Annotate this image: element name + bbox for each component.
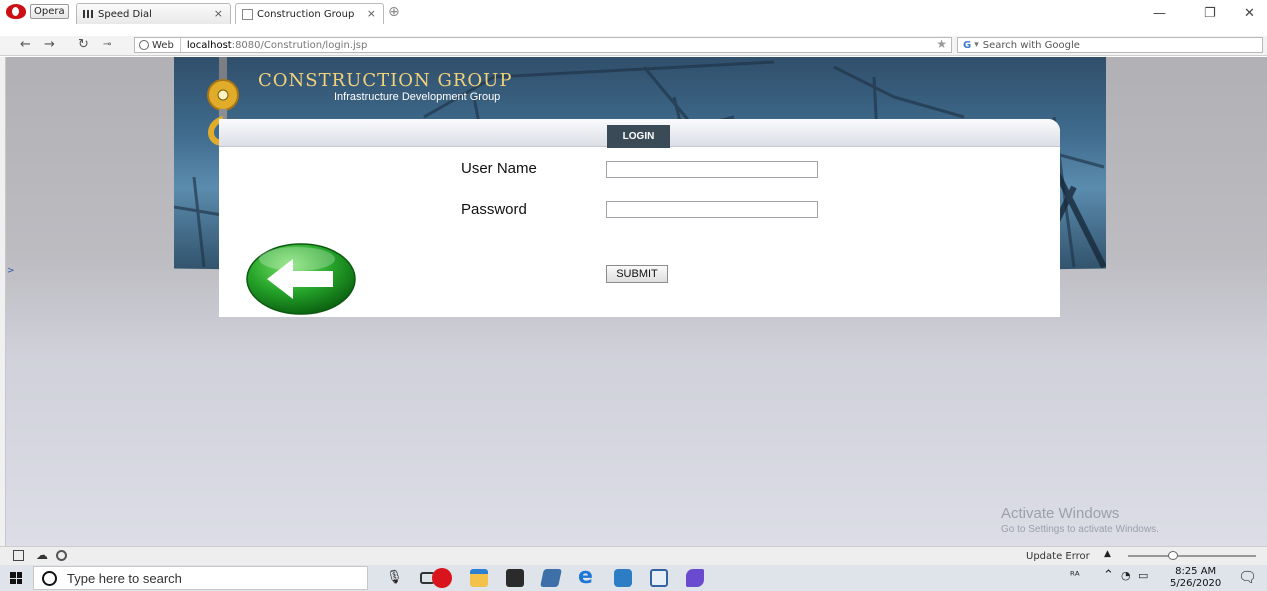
web-badge-label: Web (152, 39, 174, 51)
chevron-down-icon[interactable]: ▾ (974, 40, 979, 50)
minimize-icon[interactable]: — (1153, 6, 1166, 21)
zoom-slider[interactable] (1128, 551, 1256, 560)
bookmark-star-icon[interactable]: ★ (936, 37, 947, 51)
login-panel-header: LOGIN (219, 119, 1060, 148)
browser-status-bar: ☁ Update Error ▲ (0, 546, 1267, 565)
notes-app-icon[interactable] (540, 569, 562, 587)
clock-date: 5/26/2020 (1170, 578, 1222, 589)
forward-arrow-icon[interactable]: → (44, 37, 55, 52)
left-side-panel-strip[interactable] (0, 57, 6, 546)
clock-time: 8:25 AM (1175, 566, 1217, 577)
password-input[interactable] (606, 201, 818, 218)
globe-icon (139, 40, 149, 50)
activate-windows-watermark: Activate Windows Go to Settings to activ… (1001, 505, 1159, 535)
opera-logo-icon (6, 3, 26, 19)
brand-title: CONSTRUCTION GROUP (258, 70, 513, 91)
tab-speed-dial[interactable]: Speed Dial × (76, 3, 231, 24)
search-placeholder: Search with Google (982, 39, 1080, 51)
close-tab-icon[interactable]: × (214, 7, 223, 20)
side-panel-toggle[interactable]: > (7, 266, 15, 276)
address-bar: ← → ↻ ⊸ Web localhost:8080/Constrution/l… (0, 36, 1267, 56)
url-path: :8080/Constrution/login.jsp (231, 39, 368, 51)
tab-label: Construction Group (257, 8, 355, 20)
3d-app-icon[interactable] (614, 569, 632, 587)
file-explorer-icon[interactable] (470, 569, 488, 587)
url-host: localhost (186, 39, 232, 51)
url-field[interactable]: Web localhost:8080/Constrution/login.jsp… (134, 37, 952, 53)
site-info-badge[interactable]: Web (135, 38, 181, 52)
watermark-subtitle: Go to Settings to activate Windows. (1001, 524, 1159, 535)
url-text: localhost:8080/Constrution/login.jsp (181, 40, 368, 51)
panel-toggle-icon[interactable] (13, 550, 24, 561)
tab-label: Speed Dial (98, 8, 152, 20)
system-clock[interactable]: 8:25 AM 5/26/2020 (1170, 566, 1221, 590)
opera-menu-label: Opera (30, 3, 69, 19)
close-window-icon[interactable]: ✕ (1244, 6, 1255, 21)
login-panel: LOGIN User Name Password SUBMIT (219, 119, 1060, 317)
visual-studio-icon[interactable] (686, 569, 704, 587)
tab-construction-group[interactable]: Construction Group × (235, 3, 384, 24)
notification-icon[interactable]: 🗨 (1238, 568, 1257, 586)
browser-tab-bar: Opera Speed Dial × Construction Group × … (0, 0, 1267, 36)
store-icon[interactable] (506, 569, 524, 587)
reload-icon[interactable]: ↻ (78, 37, 89, 52)
edge-icon[interactable]: e (578, 564, 596, 589)
opera-taskbar-icon[interactable] (432, 568, 452, 588)
battery-icon[interactable]: ▭ (1138, 569, 1148, 582)
turbo-icon[interactable] (56, 550, 67, 561)
windows-start-icon[interactable] (10, 572, 22, 584)
restore-icon[interactable]: ❐ (1204, 6, 1216, 21)
search-engine-field[interactable]: G ▾ Search with Google (957, 37, 1263, 53)
key-icon[interactable]: ⊸ (103, 39, 111, 50)
submit-button[interactable]: SUBMIT (606, 265, 668, 283)
people-icon[interactable]: ᴿᴬ (1070, 569, 1080, 582)
new-tab-icon[interactable]: ⊕ (388, 4, 400, 20)
back-arrow-button-icon[interactable] (245, 241, 357, 315)
page-icon (242, 8, 253, 20)
google-icon[interactable]: G (963, 40, 971, 51)
chevron-up-icon[interactable]: ▲ (1104, 549, 1111, 559)
password-label: Password (461, 201, 527, 218)
cortana-icon (42, 570, 57, 586)
opera-menu-button[interactable]: Opera (6, 3, 69, 19)
wifi-icon[interactable]: ◔ (1121, 569, 1131, 582)
cloud-icon[interactable]: ☁ (36, 548, 48, 562)
taskbar-search-box[interactable]: Type here to search (33, 566, 368, 590)
speed-dial-icon (83, 10, 94, 18)
close-tab-icon[interactable]: × (367, 7, 376, 20)
taskbar-search-placeholder: Type here to search (67, 570, 182, 586)
username-input[interactable] (606, 161, 818, 178)
brand-subtitle: Infrastructure Development Group (334, 91, 501, 103)
zoom-slider-knob[interactable] (1167, 551, 1178, 560)
page-viewport: CONSTRUCTION GROUP Infrastructure Develo… (0, 57, 1267, 546)
word-icon[interactable] (650, 569, 668, 587)
username-label: User Name (461, 160, 537, 177)
chevron-up-icon[interactable]: ⌃ (1103, 568, 1114, 583)
windows-taskbar: Type here to search 🎙 e ᴿᴬ ⌃ ◔ ▭ 8:25 AM… (0, 564, 1267, 591)
watermark-title: Activate Windows (1001, 505, 1120, 522)
update-error-text[interactable]: Update Error (1026, 551, 1090, 562)
tab-login[interactable]: LOGIN (607, 125, 670, 148)
back-arrow-icon[interactable]: ← (20, 37, 31, 52)
